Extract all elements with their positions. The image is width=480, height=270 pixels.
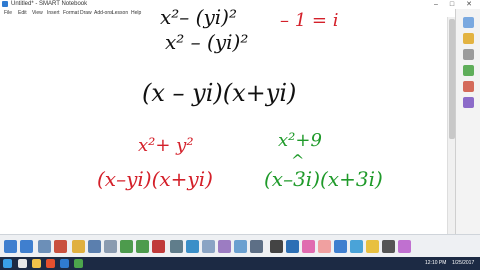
window-title: Untitled* - SMART Notebook bbox=[11, 1, 88, 7]
document-camera-icon[interactable] bbox=[250, 240, 263, 253]
menu-format[interactable]: Format bbox=[63, 9, 79, 17]
paste-icon[interactable] bbox=[104, 240, 117, 253]
handwritten-factored: (x – yi)(x+yi) bbox=[142, 79, 297, 107]
lesson-icon[interactable] bbox=[463, 97, 474, 108]
creative-pen-icon[interactable] bbox=[302, 240, 315, 253]
clock-date: 1/25/2017 bbox=[452, 260, 475, 266]
windows-taskbar: 12:10 PM 1/25/2017 bbox=[0, 257, 480, 270]
add-page-icon[interactable] bbox=[38, 240, 51, 253]
clock-time: 12:10 PM bbox=[425, 260, 447, 266]
handwritten-i-definition: – 1 = i bbox=[280, 10, 339, 31]
handwritten-red-factored: (x–yi)(x+yi) bbox=[97, 167, 213, 191]
eraser-icon[interactable] bbox=[318, 240, 331, 253]
menu-edit[interactable]: Edit bbox=[18, 9, 27, 17]
fill-icon[interactable] bbox=[366, 240, 379, 253]
screen-shade-icon[interactable] bbox=[170, 240, 183, 253]
undo-icon[interactable] bbox=[120, 240, 133, 253]
camera-icon[interactable] bbox=[218, 240, 231, 253]
side-tabs bbox=[455, 9, 480, 234]
handwritten-red-expression: x²+ y² bbox=[138, 135, 194, 156]
handwritten-line-1: x²– (yi)² bbox=[160, 5, 237, 29]
line-icon[interactable] bbox=[334, 240, 347, 253]
page-sorter-icon[interactable] bbox=[463, 17, 474, 28]
handwritten-green-factored: (x–3i)(x+3i) bbox=[264, 167, 383, 191]
save-icon[interactable] bbox=[88, 240, 101, 253]
close-button[interactable]: ✕ bbox=[463, 0, 475, 9]
handwritten-line-2: x² – (yi)² bbox=[165, 30, 249, 54]
tools-toolbar bbox=[0, 234, 480, 258]
menu-draw[interactable]: Draw bbox=[80, 9, 92, 17]
forward-icon[interactable] bbox=[20, 240, 33, 253]
text-icon[interactable] bbox=[382, 240, 395, 253]
table-icon[interactable] bbox=[234, 240, 247, 253]
maximize-button[interactable]: □ bbox=[446, 0, 458, 9]
minimize-button[interactable]: – bbox=[430, 0, 442, 9]
pen-icon[interactable] bbox=[286, 240, 299, 253]
delete-icon[interactable] bbox=[152, 240, 165, 253]
back-icon[interactable] bbox=[4, 240, 17, 253]
search-icon[interactable] bbox=[18, 259, 27, 268]
smart-notebook-taskbar-icon[interactable] bbox=[60, 259, 69, 268]
handwritten-green-expression: x²+9 bbox=[278, 130, 322, 151]
smart-notebook-icon bbox=[2, 1, 8, 7]
menu-view[interactable]: View bbox=[32, 9, 43, 17]
file-explorer-icon[interactable] bbox=[32, 259, 41, 268]
select-icon[interactable] bbox=[270, 240, 283, 253]
notebook-page[interactable]: x²– (yi)² x² – (yi)² (x – yi)(x+yi) – 1 … bbox=[0, 5, 455, 234]
app-taskbar-icon[interactable] bbox=[74, 259, 83, 268]
magic-pen-icon[interactable] bbox=[398, 240, 411, 253]
dual-page-icon[interactable] bbox=[202, 240, 215, 253]
full-screen-icon[interactable] bbox=[186, 240, 199, 253]
open-icon[interactable] bbox=[72, 240, 85, 253]
gallery-icon[interactable] bbox=[463, 33, 474, 44]
menu-insert[interactable]: Insert bbox=[47, 9, 60, 17]
start-icon[interactable] bbox=[3, 259, 12, 268]
menu-help[interactable]: Help bbox=[131, 9, 141, 17]
add-ons-icon[interactable] bbox=[463, 81, 474, 92]
shapes-icon[interactable] bbox=[350, 240, 363, 253]
menu-add-ons[interactable]: Add-ons bbox=[94, 9, 113, 17]
attachments-icon[interactable] bbox=[463, 49, 474, 60]
browser-icon[interactable] bbox=[46, 259, 55, 268]
menu-lesson[interactable]: Lesson bbox=[112, 9, 128, 17]
properties-icon[interactable] bbox=[463, 65, 474, 76]
redo-icon[interactable] bbox=[136, 240, 149, 253]
delete-page-icon[interactable] bbox=[54, 240, 67, 253]
menu-file[interactable]: File bbox=[4, 9, 12, 17]
